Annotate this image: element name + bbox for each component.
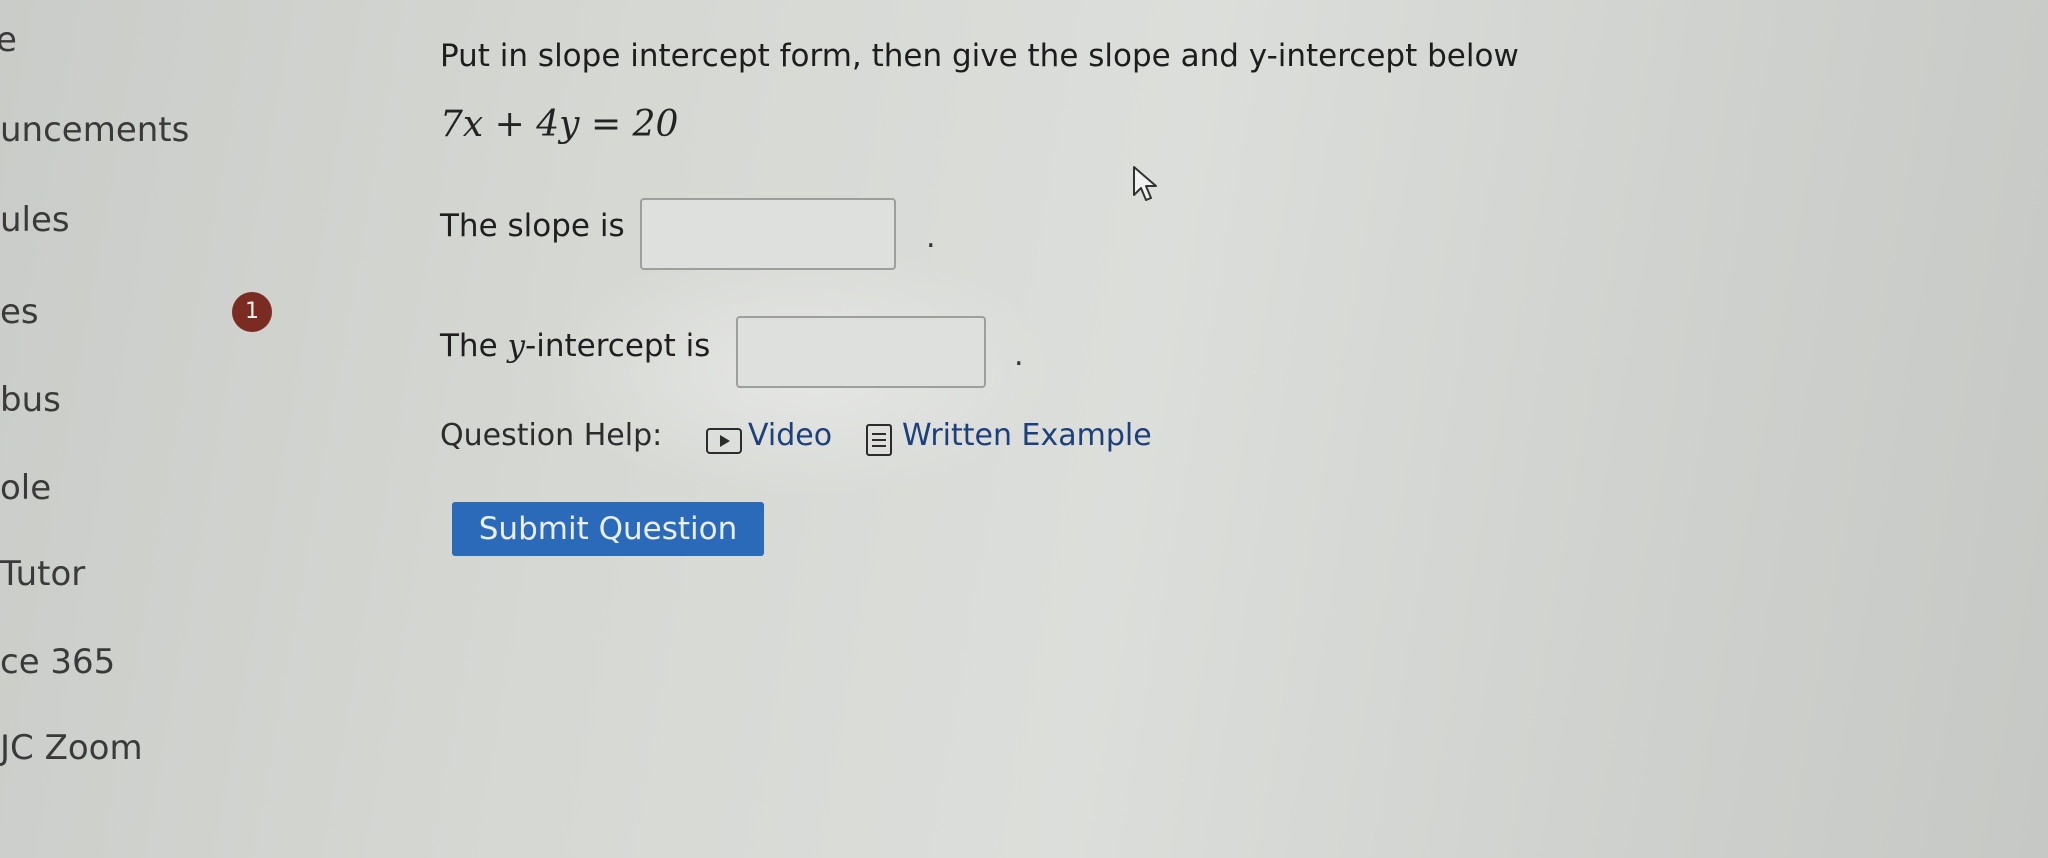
mouse-pointer-icon bbox=[1132, 165, 1162, 209]
question-prompt: Put in slope intercept form, then give t… bbox=[440, 38, 1519, 74]
grades-notification-badge: 1 bbox=[232, 292, 272, 332]
intercept-variable: y bbox=[507, 328, 526, 364]
question-help-label: Question Help: bbox=[440, 418, 663, 453]
sidebar-item-announcements[interactable]: uncements bbox=[0, 110, 189, 150]
written-example-link[interactable]: Written Example bbox=[902, 418, 1152, 453]
sidebar-item-grades[interactable]: es bbox=[0, 292, 39, 332]
slope-period: . bbox=[926, 220, 936, 255]
intercept-label: The y-intercept is bbox=[440, 328, 710, 364]
question-panel: Put in slope intercept form, then give t… bbox=[440, 0, 2048, 858]
sidebar-item-home[interactable]: e bbox=[0, 20, 17, 60]
sidebar-item-tutor[interactable]: Tutor bbox=[0, 554, 85, 594]
sidebar-item-modules[interactable]: ules bbox=[0, 200, 70, 240]
document-icon[interactable] bbox=[866, 424, 892, 460]
intercept-period: . bbox=[1014, 338, 1024, 373]
intercept-input[interactable] bbox=[736, 316, 986, 388]
slope-input[interactable] bbox=[640, 198, 896, 270]
video-link[interactable]: Video bbox=[748, 418, 832, 453]
sidebar-item-zoom[interactable]: JC Zoom bbox=[0, 728, 143, 768]
course-sidebar: e uncements ules es 1 bus ole Tutor ce 3… bbox=[0, 0, 300, 858]
sidebar-item-schedule[interactable]: ole bbox=[0, 468, 51, 508]
video-icon[interactable] bbox=[706, 428, 742, 458]
intercept-label-post: -intercept is bbox=[525, 328, 711, 364]
sidebar-item-office-365[interactable]: ce 365 bbox=[0, 642, 115, 682]
slope-label: The slope is bbox=[440, 208, 625, 244]
submit-question-button[interactable]: Submit Question bbox=[452, 502, 764, 556]
intercept-label-pre: The bbox=[440, 328, 508, 364]
question-equation: 7x + 4y = 20 bbox=[440, 104, 679, 145]
sidebar-item-syllabus[interactable]: bus bbox=[0, 380, 61, 420]
